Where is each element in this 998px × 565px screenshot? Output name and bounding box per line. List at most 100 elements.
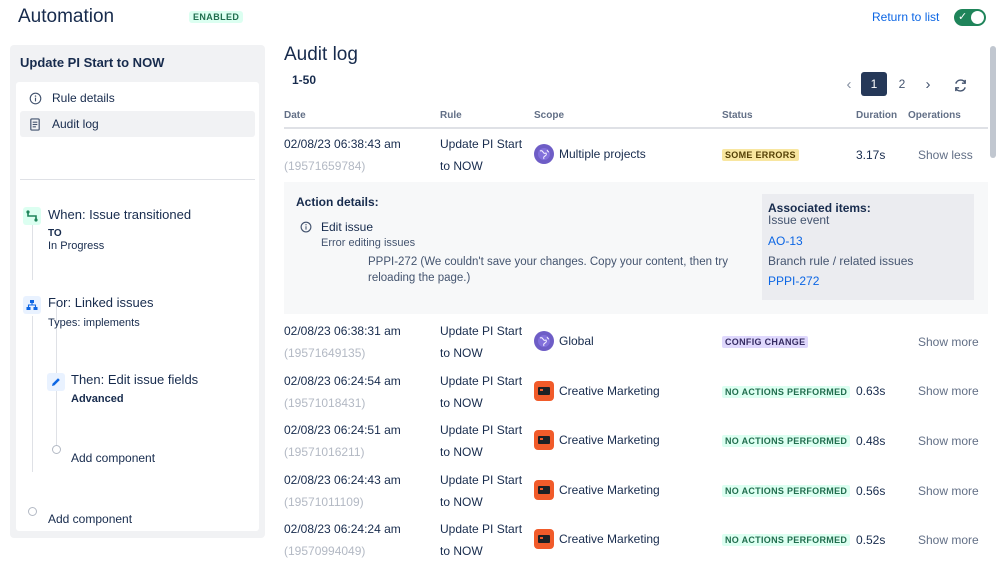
project-icon xyxy=(534,529,554,549)
row-rule-cont: to NOW xyxy=(440,495,483,509)
row-scope-label: Creative Marketing xyxy=(559,483,660,497)
status-badge: NO ACTIONS PERFORMED xyxy=(722,485,851,497)
row-rule: Update PI Start xyxy=(440,137,523,151)
error-message-line2: reloading the page.) xyxy=(368,272,471,284)
row-rule: Update PI Start xyxy=(440,374,523,388)
top-bar: Automation ENABLED Return to list ✓ xyxy=(0,0,998,40)
scrollbar[interactable] xyxy=(988,44,998,565)
branch-title[interactable]: For: Linked issues xyxy=(48,295,154,310)
nav-item-audit-log[interactable]: Audit log xyxy=(20,111,255,137)
issue-event-label: Issue event xyxy=(768,213,830,227)
trigger-to-label: TO xyxy=(48,228,62,239)
status-badge: NO ACTIONS PERFORMED xyxy=(722,386,851,398)
action-title[interactable]: Then: Edit issue fields xyxy=(71,372,198,387)
status-badge: SOME ERRORS xyxy=(722,149,799,161)
page-2-button[interactable]: 2 xyxy=(892,72,912,96)
associated-items-panel: Associated items: Issue event AO-13 Bran… xyxy=(762,194,974,300)
related-issue-link[interactable]: PPPI-272 xyxy=(768,274,819,288)
row-scope-label: Creative Marketing xyxy=(559,384,660,398)
nav-item-rule-details[interactable]: Rule details xyxy=(20,85,255,111)
trigger-title[interactable]: When: Issue transitioned xyxy=(48,207,191,222)
table-header-divider xyxy=(284,127,988,129)
document-icon xyxy=(28,117,42,131)
row-rule-cont: to NOW xyxy=(440,159,483,173)
next-page-button[interactable]: › xyxy=(919,72,937,96)
issue-event-link[interactable]: AO-13 xyxy=(768,234,803,248)
row-duration: 0.48s xyxy=(856,434,886,448)
show-more-button[interactable]: Show more xyxy=(918,384,979,398)
row-execution-id: (19571011109) xyxy=(284,495,364,509)
globe-icon xyxy=(534,144,554,164)
add-component-dot xyxy=(28,507,37,516)
show-more-button[interactable]: Show more xyxy=(918,484,979,498)
row-duration: 3.17s xyxy=(856,148,886,162)
refresh-button[interactable] xyxy=(949,75,971,99)
row-scope: Creative Marketing xyxy=(534,381,660,401)
row-rule: Update PI Start xyxy=(440,473,523,487)
add-component-outer[interactable]: Add component xyxy=(48,512,132,526)
row-execution-id: (19571018431) xyxy=(284,396,366,410)
info-icon xyxy=(300,221,312,236)
row-duration: 0.52s xyxy=(856,533,886,547)
row-execution-id: (19571016211) xyxy=(284,445,365,459)
branch-types: Types: implements xyxy=(48,317,140,329)
row-scope: Global xyxy=(534,331,594,351)
row-execution-id: (19571659784) xyxy=(284,159,366,173)
row-execution-id: (19570994049) xyxy=(284,544,366,558)
branch-rule-label: Branch rule / related issues xyxy=(768,254,914,268)
add-component-inner[interactable]: Add component xyxy=(71,451,155,465)
project-icon xyxy=(534,430,554,450)
row-date: 02/08/23 06:38:43 am xyxy=(284,137,401,151)
info-icon xyxy=(28,91,42,105)
column-duration: Duration xyxy=(856,110,898,121)
column-status: Status xyxy=(722,110,753,121)
row-rule-cont: to NOW xyxy=(440,346,483,360)
show-more-button[interactable]: Show more xyxy=(918,533,979,547)
divider xyxy=(20,179,255,180)
row-date: 02/08/23 06:24:54 am xyxy=(284,374,401,388)
action-name: Edit issue xyxy=(321,220,374,234)
row-scope: Creative Marketing xyxy=(534,529,660,549)
return-to-list-link[interactable]: Return to list xyxy=(872,10,939,24)
status-badge: NO ACTIONS PERFORMED xyxy=(722,435,851,447)
page-title: Audit log xyxy=(284,44,358,65)
check-icon: ✓ xyxy=(958,11,968,23)
row-scope-label: Creative Marketing xyxy=(559,433,660,447)
row-scope: Creative Marketing xyxy=(534,480,660,500)
trigger-to-value: In Progress xyxy=(48,240,105,252)
page-1-button[interactable]: 1 xyxy=(861,72,887,96)
row-date: 02/08/23 06:38:31 am xyxy=(284,324,401,338)
rule-sidebar: Update PI Start to NOW Rule details Audi… xyxy=(10,45,265,538)
show-less-button[interactable]: Show less xyxy=(918,148,973,162)
nav-item-label: Rule details xyxy=(52,91,115,105)
result-range: 1-50 xyxy=(292,73,317,87)
edit-pencil-icon xyxy=(47,373,65,391)
rule-nav-card: Rule details Audit log When: Issue trans… xyxy=(16,82,259,531)
scrollbar-thumb[interactable] xyxy=(990,46,996,158)
enabled-badge: ENABLED xyxy=(189,11,244,23)
row-scope-label: Creative Marketing xyxy=(559,532,660,546)
row-scope: Multiple projects xyxy=(534,144,646,164)
prev-page-button[interactable]: ‹ xyxy=(840,72,858,96)
row-duration: 0.63s xyxy=(856,384,886,398)
project-icon xyxy=(534,480,554,500)
column-scope: Scope xyxy=(534,110,565,121)
action-error: Error editing issues xyxy=(321,237,416,249)
flow-connector xyxy=(32,316,33,472)
row-rule-cont: to NOW xyxy=(440,396,483,410)
show-more-button[interactable]: Show more xyxy=(918,335,979,349)
row-rule-cont: to NOW xyxy=(440,445,483,459)
app-title: Automation xyxy=(18,6,115,27)
add-component-dot xyxy=(52,445,61,454)
status-badge: NO ACTIONS PERFORMED xyxy=(722,534,851,546)
rule-enabled-toggle[interactable]: ✓ xyxy=(954,9,986,26)
trigger-transition-icon xyxy=(23,207,41,225)
row-rule: Update PI Start xyxy=(440,324,523,338)
row-scope: Creative Marketing xyxy=(534,430,660,450)
row-date: 02/08/23 06:24:43 am xyxy=(284,473,401,487)
flow-connector xyxy=(32,218,33,280)
column-rule: Rule xyxy=(440,110,462,121)
show-more-button[interactable]: Show more xyxy=(918,434,979,448)
row-date: 02/08/23 06:24:51 am xyxy=(284,423,401,437)
action-details-heading: Action details: xyxy=(296,195,379,209)
